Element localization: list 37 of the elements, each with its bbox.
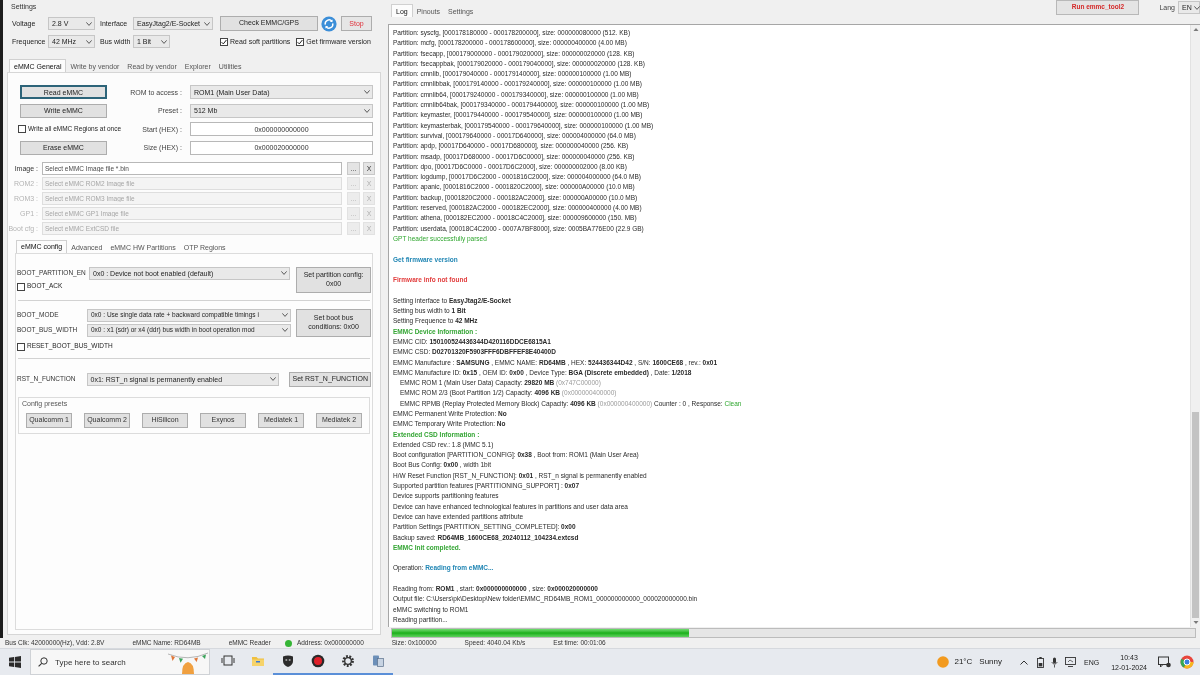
chevron-down-icon <box>86 21 92 26</box>
checkbox[interactable] <box>17 342 25 351</box>
chevron-down-icon <box>281 271 287 275</box>
chevron-down-icon <box>282 313 288 317</box>
gear-icon <box>341 654 355 668</box>
chevron-down-icon <box>204 21 210 26</box>
chevron-down-icon <box>364 90 370 94</box>
chevron-down-icon <box>1193 5 1200 10</box>
chevron-down-icon <box>282 328 288 332</box>
microphone-icon <box>1051 656 1058 668</box>
checkbox[interactable] <box>220 37 228 46</box>
chevron-down-icon <box>364 108 370 113</box>
four-panes-icon <box>9 656 21 668</box>
weather-temperature: 21°C <box>954 658 973 666</box>
monitor-icon <box>1065 657 1076 667</box>
weather-condition: Sunny <box>979 658 1002 666</box>
stacked-windows-icon <box>221 654 235 668</box>
checkbox[interactable] <box>296 37 305 46</box>
shield-icon <box>281 654 295 668</box>
folder-icon <box>251 654 265 668</box>
chevron-down-icon <box>270 377 277 381</box>
chevron-up-icon <box>1020 659 1028 665</box>
refresh-icon[interactable] <box>321 15 337 32</box>
record-icon <box>311 654 325 668</box>
devices-icon <box>371 654 385 668</box>
battery-icon <box>1037 656 1044 668</box>
chevron-down-icon <box>86 39 92 44</box>
colorful-ring-icon <box>1180 655 1194 669</box>
bunting-illustration <box>167 650 209 674</box>
notification-icon <box>1158 656 1171 668</box>
chevron-down-icon <box>161 39 167 44</box>
checkbox[interactable] <box>17 282 25 291</box>
search-icon <box>38 657 48 667</box>
search-field[interactable]: Type here to search <box>30 649 210 675</box>
checkbox[interactable] <box>18 125 26 133</box>
scrollbar-thumb[interactable] <box>1192 412 1199 618</box>
sun-icon <box>937 656 950 668</box>
